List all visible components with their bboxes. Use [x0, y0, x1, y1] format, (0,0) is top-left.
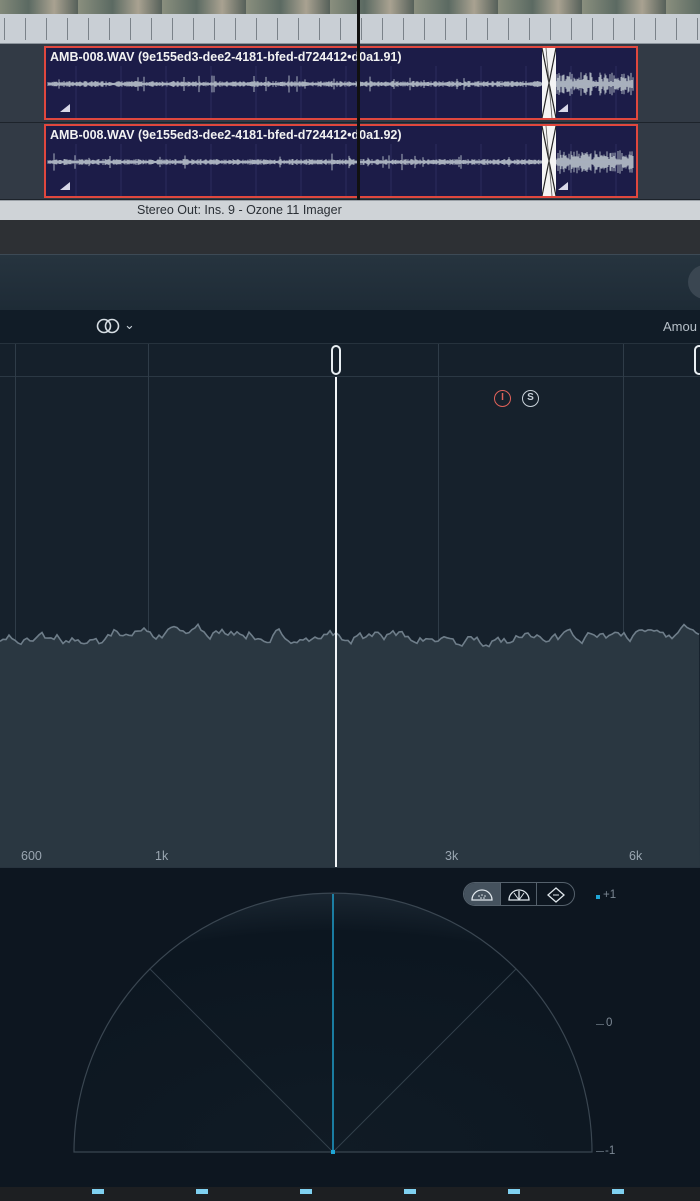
amount-label: Amou	[663, 319, 697, 334]
track-area: AMB-008.WAV (9e155ed3-dee2-4181-bfed-d72…	[0, 44, 700, 200]
ruler-tick	[67, 18, 68, 40]
band-split-handle[interactable]	[694, 345, 700, 375]
band-mute-button[interactable]: I	[494, 390, 511, 407]
ruler-tick	[613, 18, 614, 40]
ruler-tick	[571, 18, 572, 40]
spectrum-display[interactable]: I S 600 1k 3k 6k	[0, 344, 700, 867]
spectrum-curve	[0, 622, 700, 867]
crossfade-x-icon	[542, 126, 556, 196]
ruler-tick	[487, 18, 488, 40]
crossfade-x-icon	[542, 48, 556, 118]
track-divider	[0, 122, 700, 123]
meter-peak	[404, 1189, 416, 1194]
scale-tick	[596, 1024, 604, 1025]
ruler-tick	[193, 18, 194, 40]
ruler-tick	[592, 18, 593, 40]
ruler-tick	[130, 18, 131, 40]
ruler-tick	[256, 18, 257, 40]
ruler-tick	[25, 18, 26, 40]
ruler-tick	[172, 18, 173, 40]
timeline-ruler[interactable]	[0, 14, 700, 44]
meter-peak	[196, 1189, 208, 1194]
correlation-scale-bottom: -1	[605, 1145, 616, 1157]
playhead[interactable]	[357, 0, 360, 200]
vectorscope-display	[73, 892, 593, 1154]
audio-region-1[interactable]: AMB-008.WAV (9e155ed3-dee2-4181-bfed-d72…	[44, 46, 638, 120]
correlation-scale-mid: 0	[606, 1017, 613, 1029]
video-thumbnail	[78, 0, 164, 14]
ruler-tick	[676, 18, 677, 40]
band-split-row	[0, 344, 700, 377]
plugin-header	[0, 254, 700, 310]
meter-peak	[612, 1189, 624, 1194]
band-solo-button[interactable]: S	[522, 390, 539, 407]
audio-region-2[interactable]: AMB-008.WAV (9e155ed3-dee2-4181-bfed-d72…	[44, 124, 638, 198]
ruler-tick	[697, 18, 698, 40]
region-name: AMB-008.WAV (9e155ed3-dee2-4181-bfed-d72…	[50, 50, 402, 64]
video-thumbnail	[582, 0, 668, 14]
crossfade-marker[interactable]	[542, 126, 556, 196]
video-thumbnail	[330, 0, 416, 14]
band-split-handle[interactable]	[331, 345, 341, 375]
scale-tick	[596, 1151, 604, 1152]
window-gap	[0, 220, 700, 254]
region-loop-handle[interactable]	[60, 182, 70, 190]
region-loop-handle[interactable]	[558, 182, 568, 190]
freq-label: 1k	[155, 849, 169, 863]
video-thumbnail	[0, 0, 80, 14]
ruler-tick	[529, 18, 530, 40]
video-thumbnail	[246, 0, 332, 14]
region-loop-handle[interactable]	[60, 104, 70, 112]
ruler-tick	[403, 18, 404, 40]
chevron-down-icon[interactable]: ⌄	[124, 317, 135, 333]
ruler-tick	[655, 18, 656, 40]
region-loop-handle[interactable]	[558, 104, 568, 112]
region-name: AMB-008.WAV (9e155ed3-dee2-4181-bfed-d72…	[50, 128, 402, 142]
ruler-tick	[277, 18, 278, 40]
meter-peak	[300, 1189, 312, 1194]
ruler-tick	[424, 18, 425, 40]
band-split-line[interactable]	[335, 377, 337, 867]
ruler-tick	[466, 18, 467, 40]
ruler-tick	[214, 18, 215, 40]
video-thumbnail	[498, 0, 584, 14]
ruler-tick	[382, 18, 383, 40]
ruler-tick	[235, 18, 236, 40]
ruler-tick	[109, 18, 110, 40]
video-thumbnail	[162, 0, 248, 14]
freq-label: 3k	[445, 849, 459, 863]
freq-label: 6k	[629, 849, 643, 863]
video-thumbnail	[414, 0, 500, 14]
meter-peak	[508, 1189, 520, 1194]
imager-control-bar: ⌄ Amou	[0, 310, 700, 344]
stereo-link-icon[interactable]	[96, 318, 122, 334]
vectorscope-panel: +1 0 -1	[0, 867, 700, 1187]
header-button[interactable]	[688, 265, 700, 299]
video-thumbnail	[666, 0, 700, 14]
ruler-tick	[298, 18, 299, 40]
ruler-tick	[88, 18, 89, 40]
ruler-tick	[46, 18, 47, 40]
ruler-tick	[550, 18, 551, 40]
ruler-tick	[340, 18, 341, 40]
plugin-window-titlebar[interactable]: Stereo Out: Ins. 9 - Ozone 11 Imager	[0, 200, 700, 220]
meter-peak	[92, 1189, 104, 1194]
correlation-scale-top: +1	[603, 889, 617, 901]
mixer-meter-strip	[0, 1187, 700, 1201]
video-thumbnail-strip	[0, 0, 700, 14]
ruler-tick	[361, 18, 362, 40]
ruler-tick	[4, 18, 5, 40]
plugin-window-title: Stereo Out: Ins. 9 - Ozone 11 Imager	[137, 203, 342, 217]
freq-label: 600	[21, 849, 42, 863]
ruler-tick	[508, 18, 509, 40]
ruler-tick	[319, 18, 320, 40]
ruler-tick	[151, 18, 152, 40]
scale-marker-icon	[596, 895, 600, 899]
ruler-tick	[445, 18, 446, 40]
ruler-tick	[634, 18, 635, 40]
crossfade-marker[interactable]	[542, 48, 556, 118]
